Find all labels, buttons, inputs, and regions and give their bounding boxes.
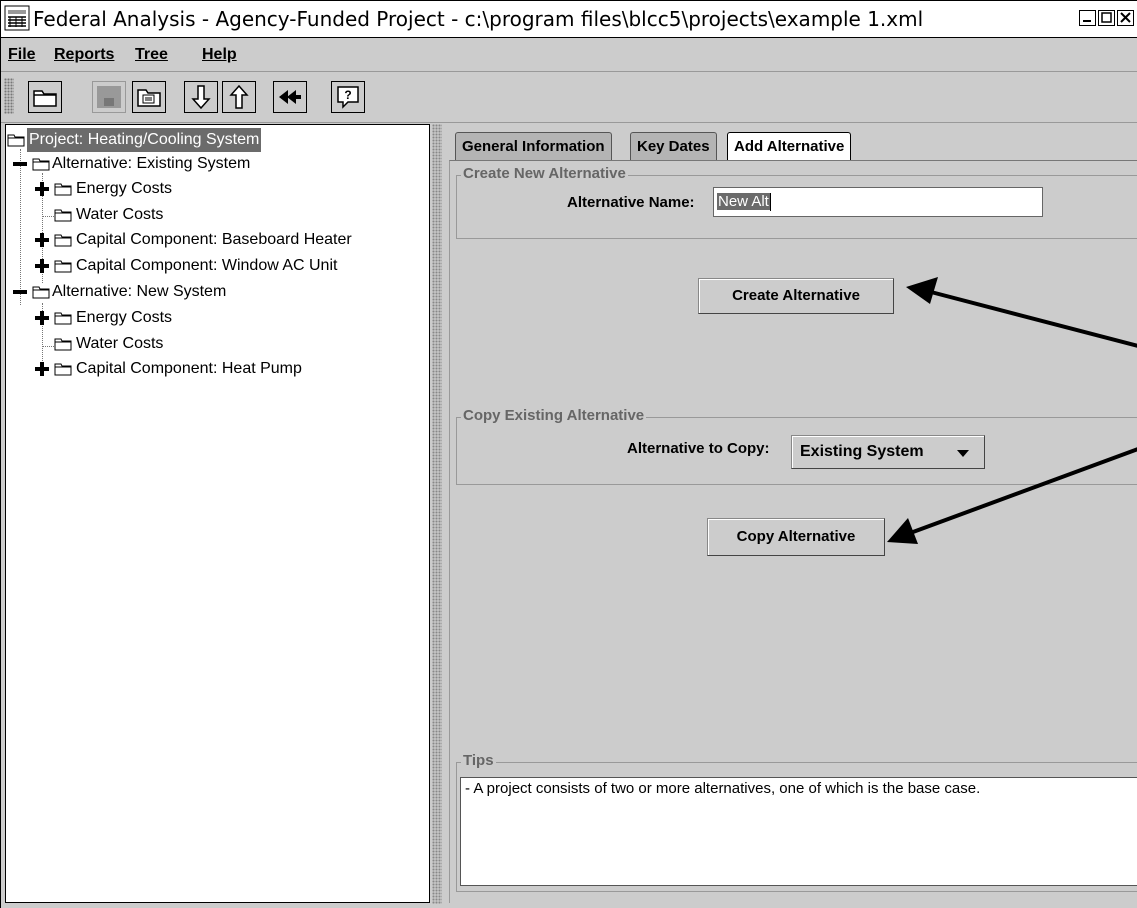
detail-panel: General Information Key Dates Add Altern… [443,124,1137,908]
open-folder-icon [7,134,25,147]
folder-icon [54,338,72,351]
help-icon: ? [337,86,359,109]
folder-icon [54,209,72,222]
open-file-icon [137,89,161,107]
close-button[interactable] [1117,10,1134,26]
rewind-button[interactable] [273,81,307,113]
add-alternative-panel: Create New Alternative Alternative Name:… [449,160,1137,903]
alternative-to-copy-label: Alternative to Copy: [627,440,770,457]
open-folder-icon [32,158,50,171]
move-down-button[interactable] [184,81,218,113]
alternative-to-copy-select[interactable]: Existing System [791,435,985,469]
tab-general-information[interactable]: General Information [455,132,612,160]
expand-icon[interactable] [34,361,50,377]
title-bar: Federal Analysis - Agency-Funded Project… [1,1,1137,38]
tree-node-label[interactable]: Alternative: Existing System [52,152,250,176]
arrow-up-icon [229,84,249,109]
create-alternative-group: Create New Alternative Alternative Name:… [456,165,1137,239]
expand-icon[interactable] [34,181,50,197]
copy-alternative-group: Copy Existing Alternative Alternative to… [456,407,1137,485]
window-title: Federal Analysis - Agency-Funded Project… [33,7,924,31]
project-tree[interactable]: Project: Heating/Cooling System Alternat… [5,124,430,903]
rewind-icon [279,90,301,104]
tree-node-label[interactable]: Project: Heating/Cooling System [27,128,262,152]
alternative-name-value: New Alt [717,193,770,210]
copy-alternative-button[interactable]: Copy Alternative [707,518,885,556]
tree-node-label[interactable]: Capital Component: Window AC Unit [76,254,337,278]
app-icon [4,5,30,31]
svg-text:?: ? [344,88,351,102]
menu-help[interactable]: Help [202,38,237,71]
expand-icon[interactable] [34,232,50,248]
expand-icon[interactable] [34,310,50,326]
menu-reports[interactable]: Reports [54,38,114,71]
tree-node-label[interactable]: Energy Costs [76,306,172,330]
tips-group: Tips - A project consists of two or more… [456,752,1137,892]
arrow-down-icon [191,85,211,110]
application-window: Federal Analysis - Agency-Funded Project… [0,0,1137,908]
group-title: Copy Existing Alternative [461,407,647,424]
group-title: Create New Alternative [461,165,628,182]
alternative-name-input[interactable]: New Alt [713,187,1043,217]
save-button[interactable] [92,81,126,113]
menu-bar: File Reports Tree Help [1,38,1137,72]
group-title: Tips [461,752,496,769]
tree-connector [20,149,22,305]
tab-key-dates[interactable]: Key Dates [630,132,717,160]
text-caret [769,193,771,212]
folder-icon [54,234,72,247]
close-icon [1120,12,1131,23]
tree-node-label[interactable]: Alternative: New System [52,280,226,304]
minimize-icon [1083,20,1091,22]
tree-node-label[interactable]: Water Costs [76,203,163,227]
minimize-button[interactable] [1079,10,1096,26]
save-icon [97,86,121,108]
folder-icon [54,260,72,273]
chevron-down-icon [957,450,969,457]
menu-file[interactable]: File [8,38,36,71]
help-button[interactable]: ? [331,81,365,113]
toolbar: ? [1,72,1137,123]
alternative-name-label: Alternative Name: [567,194,695,211]
open-project-button[interactable] [28,81,62,113]
tab-add-alternative[interactable]: Add Alternative [727,132,852,161]
open-folder-icon [33,90,57,107]
folder-icon [54,183,72,196]
toolbar-grip[interactable] [4,78,14,114]
maximize-button[interactable] [1098,10,1115,26]
move-up-button[interactable] [222,81,256,113]
menu-tree[interactable]: Tree [135,38,168,71]
collapse-icon[interactable] [12,284,28,300]
create-alternative-button[interactable]: Create Alternative [698,278,894,314]
folder-icon [54,312,72,325]
open-file-button[interactable] [132,81,166,113]
collapse-icon[interactable] [12,156,28,172]
tree-node-label[interactable]: Capital Component: Baseboard Heater [76,228,352,252]
tree-node-label[interactable]: Energy Costs [76,177,172,201]
selected-alternative: Existing System [800,443,924,460]
expand-icon[interactable] [34,258,50,274]
maximize-icon [1101,12,1112,23]
tips-text: - A project consists of two or more alte… [465,780,981,797]
tree-node-label[interactable]: Water Costs [76,332,163,356]
folder-icon [54,363,72,376]
open-folder-icon [32,286,50,299]
tips-text-area[interactable]: - A project consists of two or more alte… [460,777,1137,886]
tree-node-label[interactable]: Capital Component: Heat Pump [76,357,302,381]
split-pane-divider[interactable] [432,124,442,904]
